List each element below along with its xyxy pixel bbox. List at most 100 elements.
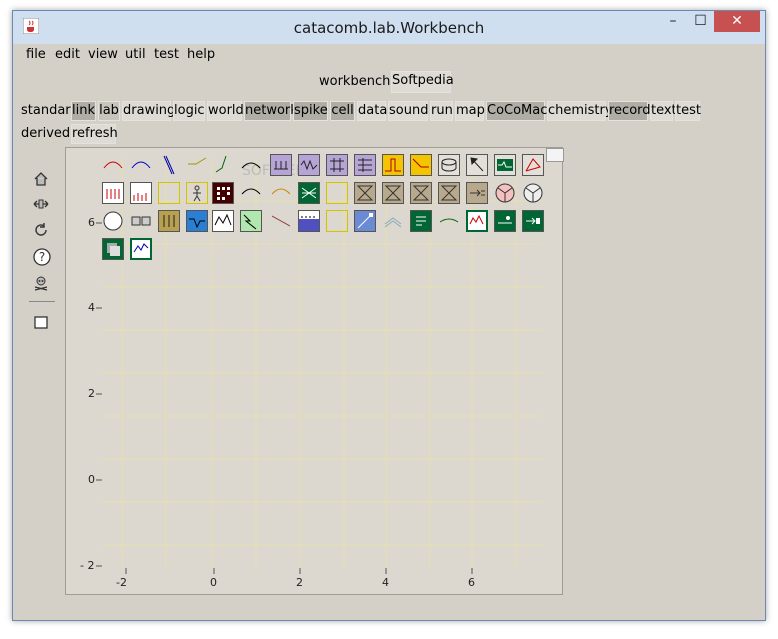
refresh-button[interactable]: refresh (71, 124, 118, 144)
connection-icon[interactable] (298, 182, 320, 204)
green-curve-icon[interactable] (212, 154, 234, 176)
canvas-corner-handle[interactable] (546, 148, 564, 162)
menu-file[interactable]: file (26, 47, 46, 62)
figure-icon[interactable] (186, 182, 208, 204)
palette-record[interactable]: record (608, 101, 651, 121)
y-tick-label: - 2 (80, 559, 95, 572)
square-icon[interactable] (33, 314, 49, 330)
menu-bar: file edit view util test help (13, 44, 765, 66)
dip-curve-icon[interactable] (186, 210, 208, 232)
network-icon[interactable] (270, 154, 292, 176)
x-tick-label: 0 (210, 576, 217, 589)
menu-view[interactable]: view (88, 47, 118, 62)
black-arc-icon[interactable] (240, 154, 262, 176)
svg-text:?: ? (39, 250, 45, 264)
palette-spike[interactable]: spike (293, 101, 328, 121)
app-window: catacomb.lab.Workbench – ☐ ✕ file edit v… (12, 10, 766, 621)
red-plot-icon[interactable] (522, 154, 544, 176)
palette-cell[interactable]: cell (330, 101, 355, 121)
skull-icon[interactable] (33, 275, 49, 291)
palette-map[interactable]: map (455, 101, 485, 121)
synapse-icon[interactable] (130, 210, 152, 232)
green-arc-icon[interactable] (438, 210, 460, 232)
rotate-icon[interactable] (33, 222, 49, 238)
help-icon[interactable]: ? (33, 248, 51, 266)
blue-arc-icon[interactable] (130, 154, 152, 176)
matrix-icon[interactable] (212, 182, 234, 204)
empty-box-icon[interactable] (326, 182, 348, 204)
hourglass-icon[interactable] (354, 182, 376, 204)
blue-bar-icon[interactable] (298, 210, 320, 232)
menu-test[interactable]: test (154, 47, 179, 62)
x-tick-label: -2 (116, 576, 127, 589)
black-curve-icon[interactable] (240, 182, 262, 204)
circle-icon[interactable] (102, 210, 124, 232)
palette-logic[interactable]: logic (173, 101, 205, 121)
y-tick-label: 6 (88, 216, 95, 229)
menu-util[interactable]: util (125, 47, 146, 62)
blue-double-line-icon[interactable] (158, 154, 180, 176)
export-record-icon[interactable] (522, 210, 544, 232)
minimize-button[interactable]: – (659, 11, 687, 32)
fit-icon[interactable] (33, 196, 49, 212)
palette-link[interactable]: link (71, 101, 96, 121)
olive-curve-icon[interactable] (186, 154, 208, 176)
scope-icon[interactable] (494, 154, 516, 176)
close-button[interactable]: ✕ (714, 11, 760, 32)
hourglass-icon[interactable] (382, 182, 404, 204)
text-doc-icon[interactable] (410, 210, 432, 232)
window-title: catacomb.lab.Workbench (293, 19, 485, 37)
palette-cocomac[interactable]: CoCoMac (486, 101, 547, 121)
x-tick-label: 2 (296, 576, 303, 589)
hourglass-icon[interactable] (438, 182, 460, 204)
palette-lab[interactable]: lab (98, 101, 120, 121)
cylinder-icon[interactable] (438, 154, 460, 176)
maximize-button[interactable]: ☐ (687, 11, 714, 32)
palette-chemistry[interactable]: chemistry (547, 101, 613, 121)
menu-edit[interactable]: edit (55, 47, 80, 62)
y-tick-label: 0 (88, 473, 95, 486)
chevron-up-icon[interactable] (382, 210, 404, 232)
spike-train-icon[interactable] (130, 182, 152, 204)
ramp-icon[interactable] (410, 154, 432, 176)
brown-line-icon[interactable] (270, 210, 292, 232)
empty-box-icon[interactable] (326, 210, 348, 232)
x-tick-label: 6 (468, 576, 475, 589)
palette-row-derived-label: derived (21, 126, 71, 141)
red-arc-icon[interactable] (102, 154, 124, 176)
layer-icon[interactable] (354, 154, 376, 176)
peaks-icon[interactable] (212, 210, 234, 232)
bars-icon[interactable] (158, 210, 180, 232)
chart-record-icon[interactable] (466, 210, 488, 232)
palette-world[interactable]: world (207, 101, 244, 121)
workbench-canvas[interactable]: SOFTPEDIA 6 4 2 0 - 2 -2 0 2 4 6 (65, 147, 564, 595)
radial-network-icon[interactable] (522, 182, 544, 204)
toolbar-divider (29, 301, 55, 302)
probe-icon[interactable] (466, 154, 488, 176)
stack-icon[interactable] (102, 238, 124, 260)
pulse-icon[interactable] (382, 154, 404, 176)
title-bar: catacomb.lab.Workbench – ☐ ✕ (13, 11, 765, 44)
radial-network-icon[interactable] (494, 182, 516, 204)
menu-help[interactable]: help (187, 47, 215, 62)
empty-box-icon[interactable] (158, 182, 180, 204)
palette-network[interactable]: network (244, 101, 298, 121)
palette-data[interactable]: data (357, 101, 387, 121)
home-icon[interactable] (33, 171, 49, 187)
tab-softpedia[interactable]: Softpedia (391, 71, 454, 93)
palette-run[interactable]: run (430, 101, 453, 121)
scatter-record-icon[interactable] (494, 210, 516, 232)
stairs-icon[interactable] (240, 210, 262, 232)
hourglass-icon[interactable] (410, 182, 432, 204)
diagonal-icon[interactable] (354, 210, 376, 232)
wave-icon[interactable] (298, 154, 320, 176)
spike-raster-icon[interactable] (102, 182, 124, 204)
line-plot-icon[interactable] (130, 238, 152, 260)
arrow-list-icon[interactable] (466, 182, 488, 204)
grid-net-icon[interactable] (326, 154, 348, 176)
palette-drawing[interactable]: drawing (122, 101, 175, 121)
palette-test[interactable]: test (675, 101, 701, 121)
orange-curve-icon[interactable] (270, 182, 292, 204)
palette-sound[interactable]: sound (388, 101, 428, 121)
palette-text[interactable]: text (650, 101, 677, 121)
